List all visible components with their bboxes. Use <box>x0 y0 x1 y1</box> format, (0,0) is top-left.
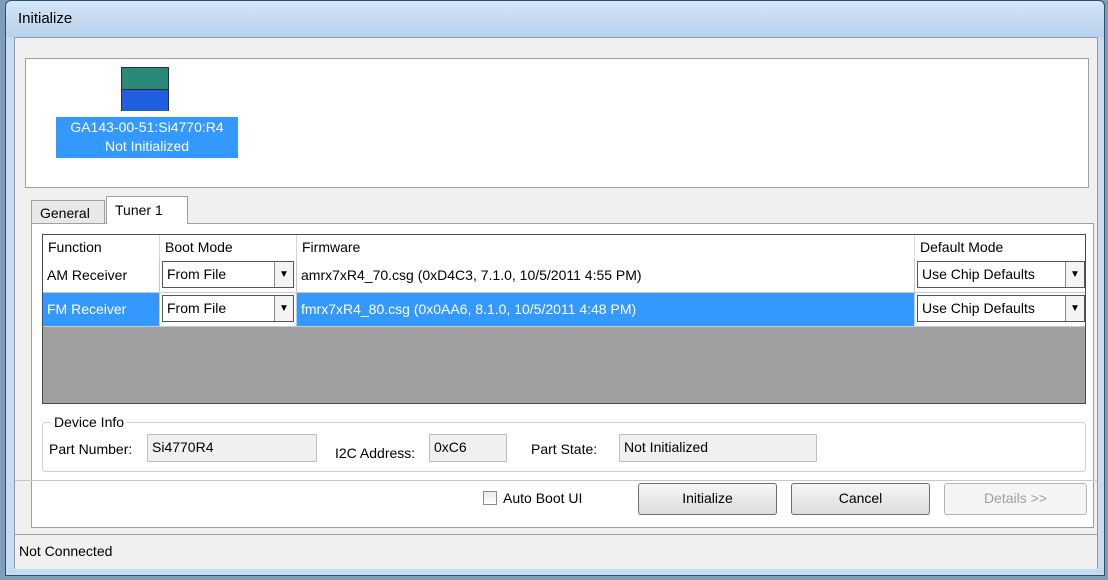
initialize-dialog: Initialize GA143-00-51:Si4770:R4 Not Ini… <box>5 0 1105 576</box>
part-number-label: Part Number: <box>49 441 133 457</box>
column-header-default-mode[interactable]: Default Mode <box>915 235 1085 259</box>
boot-mode-value: From File <box>167 266 227 282</box>
device-list: GA143-00-51:Si4770:R4 Not Initialized <box>25 58 1089 188</box>
device-state: Not Initialized <box>104 138 190 154</box>
chip-icon[interactable] <box>121 67 169 111</box>
device-info-group: Device Info Part Number: Si4770R4 I2C Ad… <box>42 414 1086 472</box>
cell-function[interactable]: FM Receiver <box>43 293 160 326</box>
tuner-1-panel: Function Boot Mode Firmware Default Mode… <box>31 223 1094 528</box>
dropdown-arrow-icon[interactable]: ▼ <box>1065 262 1084 287</box>
tab-general[interactable]: General <box>31 200 105 224</box>
title-bar[interactable]: Initialize <box>6 1 1104 37</box>
function-grid: Function Boot Mode Firmware Default Mode… <box>42 234 1086 404</box>
cell-firmware[interactable]: amrx7xR4_70.csg (0xD4C3, 7.1.0, 10/5/201… <box>297 259 915 292</box>
auto-boot-label[interactable]: Auto Boot UI <box>503 489 582 507</box>
default-mode-value: Use Chip Defaults <box>922 300 1035 316</box>
tab-strip: General Tuner 1 <box>31 196 1091 224</box>
device-info-title: Device Info <box>51 414 128 430</box>
status-bar: Not Connected <box>15 534 1097 569</box>
device-name: GA143-00-51:Si4770:R4 <box>70 119 224 135</box>
dropdown-arrow-icon[interactable]: ▼ <box>274 262 293 287</box>
tab-tuner-1[interactable]: Tuner 1 <box>106 196 188 224</box>
part-state-label: Part State: <box>531 441 598 457</box>
default-mode-dropdown[interactable]: Use Chip Defaults ▼ <box>917 261 1085 288</box>
column-header-firmware[interactable]: Firmware <box>297 235 915 259</box>
auto-boot-checkbox[interactable] <box>483 491 497 505</box>
i2c-address-field: 0xC6 <box>429 434 507 462</box>
dropdown-arrow-icon[interactable]: ▼ <box>274 296 293 321</box>
window-title: Initialize <box>18 10 73 27</box>
cancel-button[interactable]: Cancel <box>791 483 930 515</box>
connection-status: Not Connected <box>19 543 113 559</box>
dropdown-arrow-icon[interactable]: ▼ <box>1065 296 1084 321</box>
dialog-client: GA143-00-51:Si4770:R4 Not Initialized Ge… <box>14 37 1098 569</box>
table-row[interactable]: AM Receiver From File ▼ amrx7xR4_70.csg … <box>43 259 1085 293</box>
device-item-label[interactable]: GA143-00-51:Si4770:R4 Not Initialized <box>56 117 238 158</box>
boot-mode-value: From File <box>167 300 227 316</box>
initialize-button[interactable]: Initialize <box>638 483 777 515</box>
boot-mode-dropdown[interactable]: From File ▼ <box>162 295 294 322</box>
part-number-field: Si4770R4 <box>147 434 317 462</box>
cell-function[interactable]: AM Receiver <box>43 259 160 292</box>
table-row[interactable]: FM Receiver From File ▼ fmrx7xR4_80.csg … <box>43 293 1085 327</box>
column-header-boot-mode[interactable]: Boot Mode <box>160 235 297 259</box>
i2c-address-label: I2C Address: <box>335 445 416 461</box>
part-state-field: Not Initialized <box>619 434 817 462</box>
boot-mode-dropdown[interactable]: From File ▼ <box>162 261 294 288</box>
grid-header: Function Boot Mode Firmware Default Mode <box>43 235 1085 260</box>
cell-firmware[interactable]: fmrx7xR4_80.csg (0x0AA6, 8.1.0, 10/5/201… <box>297 293 915 326</box>
column-header-function[interactable]: Function <box>43 235 160 259</box>
default-mode-dropdown[interactable]: Use Chip Defaults ▼ <box>917 295 1085 322</box>
default-mode-value: Use Chip Defaults <box>922 266 1035 282</box>
button-separator <box>15 480 1097 481</box>
details-button[interactable]: Details >> <box>944 483 1087 515</box>
